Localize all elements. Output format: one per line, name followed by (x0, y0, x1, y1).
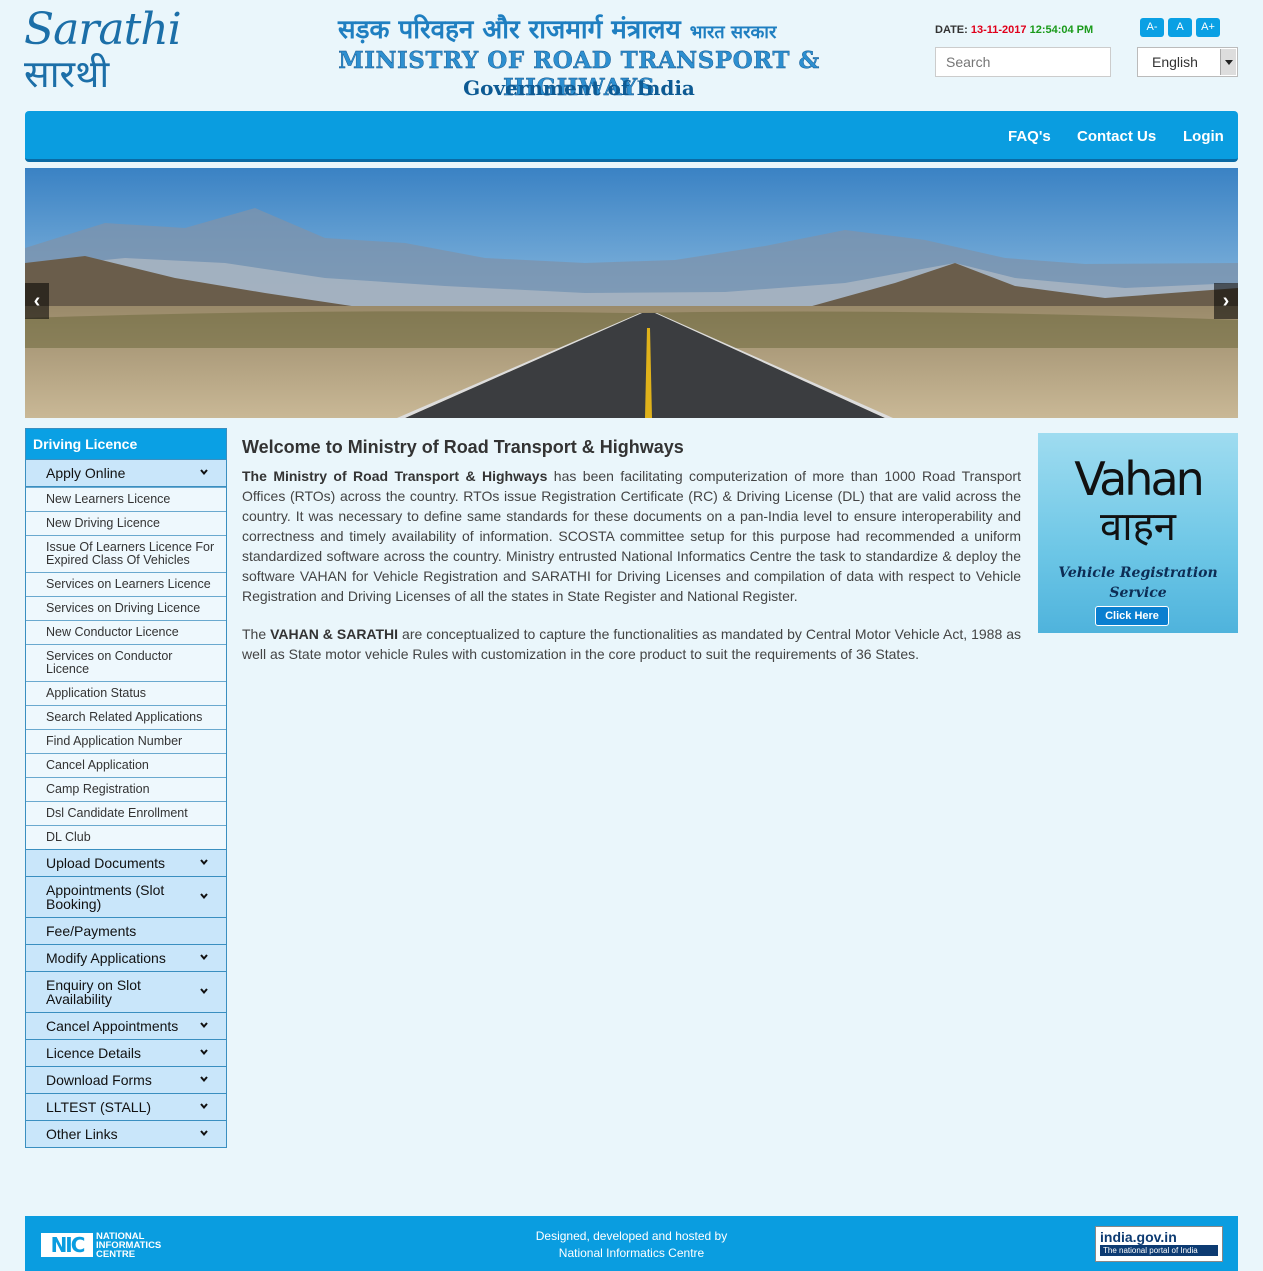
menu-search-related[interactable]: Search Related Applications (26, 705, 226, 729)
government-subtitle: Government of India (463, 76, 695, 100)
time-value: 12:54:04 PM (1029, 24, 1094, 36)
carousel-next-button[interactable]: › (1214, 283, 1238, 319)
chevron-down-icon (200, 1049, 208, 1056)
sidebar-menu: Driving Licence Apply Online New Learner… (25, 428, 227, 1148)
decrease-font-button[interactable]: A- (1140, 18, 1164, 37)
date-time: DATE: 13-11-2017 12:54:04 PM (935, 24, 1093, 36)
language-value: English (1152, 54, 1198, 70)
logo-hindi: सारथी (24, 52, 110, 96)
vahan-title: Vahan (1074, 452, 1205, 506)
intro-paragraph: The Ministry of Road Transport & Highway… (242, 468, 1021, 604)
menu-find-app-number[interactable]: Find Application Number (26, 729, 226, 753)
footer-credit: Designed, developed and hosted by Nation… (25, 1228, 1238, 1262)
logo-english: Sarathi (24, 4, 182, 55)
nav-login[interactable]: Login (1183, 128, 1224, 145)
india-gov-text: india.gov.in (1100, 1229, 1177, 1245)
sarathi-logo[interactable]: Sarathi सारथी (24, 4, 182, 102)
chevron-down-icon (200, 1103, 208, 1110)
font-size-controls: A- A A+ (1140, 18, 1220, 37)
menu-services-conductor[interactable]: Services on Conductor Licence (26, 644, 226, 681)
menu-new-conductor[interactable]: New Conductor Licence (26, 620, 226, 644)
menu-appointments[interactable]: Appointments (Slot Booking) (26, 876, 226, 917)
increase-font-button[interactable]: A+ (1196, 18, 1220, 37)
vahan-hindi-title: वाहन (1099, 504, 1177, 550)
footer: NIC NATIONAL INFORMATICS CENTRE Designed… (25, 1216, 1238, 1271)
vahan-service-text: Vehicle Registration Service (1058, 565, 1218, 601)
menu-licence-details[interactable]: Licence Details (26, 1039, 226, 1066)
language-select[interactable]: English (1137, 47, 1238, 77)
main-navbar: FAQ's Contact Us Login (25, 111, 1238, 162)
banner-carousel (25, 168, 1238, 418)
menu-cancel-application[interactable]: Cancel Application (26, 753, 226, 777)
india-gov-logo[interactable]: india.gov.in The national portal of Indi… (1095, 1226, 1223, 1262)
nav-faqs[interactable]: FAQ's (1008, 128, 1051, 145)
date-label: DATE: (935, 24, 968, 36)
menu-apply-online[interactable]: Apply Online (26, 459, 226, 487)
chevron-down-icon (200, 469, 208, 476)
menu-upload-documents[interactable]: Upload Documents (26, 849, 226, 876)
menu-new-driving-licence[interactable]: New Driving Licence (26, 511, 226, 535)
menu-new-learners-licence[interactable]: New Learners Licence (26, 487, 226, 511)
main-content: Welcome to Ministry of Road Transport & … (242, 437, 1021, 664)
menu-lltest-stall[interactable]: LLTEST (STALL) (26, 1093, 226, 1120)
sidebar-title: Driving Licence (26, 429, 226, 459)
normal-font-button[interactable]: A (1168, 18, 1192, 37)
menu-download-forms[interactable]: Download Forms (26, 1066, 226, 1093)
chevron-down-icon (200, 954, 208, 961)
date-value: 13-11-2017 (970, 24, 1027, 36)
vahan-click-here-button[interactable]: Click Here (1095, 606, 1169, 626)
vahan-promo-banner[interactable]: Vahan वाहन Vehicle Registration Service … (1038, 433, 1238, 633)
menu-services-learners[interactable]: Services on Learners Licence (26, 572, 226, 596)
menu-dsl-enrollment[interactable]: Dsl Candidate Enrollment (26, 801, 226, 825)
chevron-down-icon (200, 1022, 208, 1029)
india-gov-subtext: The national portal of India (1100, 1245, 1218, 1256)
menu-application-status[interactable]: Application Status (26, 681, 226, 705)
hindi-ministry-title: सड़क परिवहन और राजमार्ग मंत्रालय भारत सर… (338, 15, 777, 45)
menu-camp-registration[interactable]: Camp Registration (26, 777, 226, 801)
chevron-down-icon (200, 893, 208, 900)
hindi-govt: भारत सरकार (689, 22, 777, 43)
chevron-down-icon (1220, 49, 1236, 75)
nav-contact-us[interactable]: Contact Us (1077, 128, 1156, 145)
vahan-sarathi-paragraph: The VAHAN & SARATHI are conceptualized t… (242, 626, 1021, 662)
chevron-down-icon (200, 988, 208, 995)
menu-issue-ll-expired[interactable]: Issue Of Learners Licence For Expired Cl… (26, 535, 226, 572)
menu-dl-club[interactable]: DL Club (26, 825, 226, 849)
menu-fee-payments[interactable]: Fee/Payments (26, 917, 226, 944)
footer-line-1: Designed, developed and hosted by (535, 1229, 728, 1243)
menu-other-links[interactable]: Other Links (26, 1120, 226, 1147)
road-image (25, 168, 1238, 418)
chevron-down-icon (200, 1130, 208, 1137)
search-input[interactable] (935, 47, 1111, 77)
menu-services-driving[interactable]: Services on Driving Licence (26, 596, 226, 620)
menu-cancel-appointments[interactable]: Cancel Appointments (26, 1012, 226, 1039)
carousel-prev-button[interactable]: ‹ (25, 283, 49, 319)
page-title: Welcome to Ministry of Road Transport & … (242, 437, 684, 457)
menu-enquiry-slot[interactable]: Enquiry on Slot Availability (26, 971, 226, 1012)
chevron-down-icon (200, 859, 208, 866)
footer-line-2: National Informatics Centre (558, 1246, 705, 1260)
chevron-down-icon (200, 1076, 208, 1083)
menu-modify-applications[interactable]: Modify Applications (26, 944, 226, 971)
